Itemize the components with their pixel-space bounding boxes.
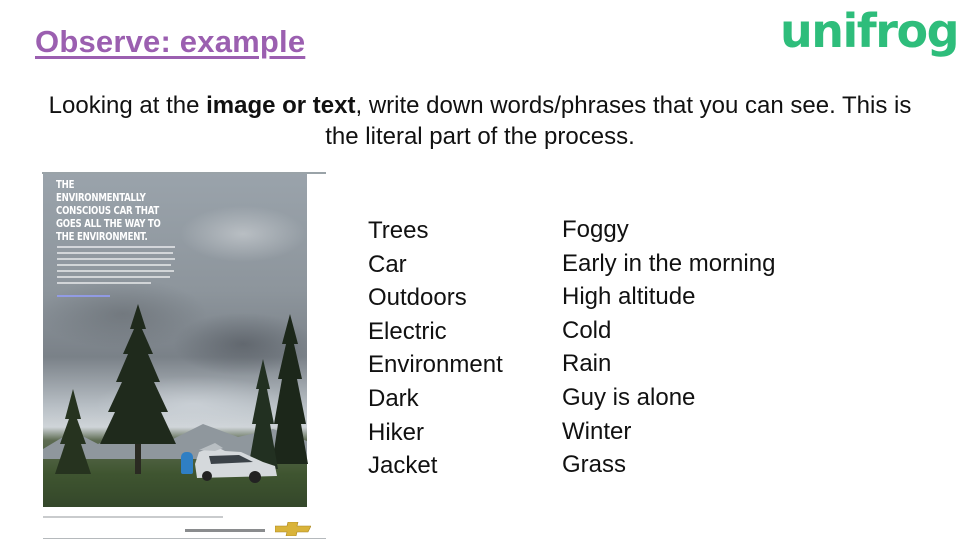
observation-item: Jacket (368, 452, 438, 480)
ad-photo: THE ENVIRONMENTALLY CONSCIOUS CAR THAT G… (43, 174, 308, 507)
observation-item: Guy is alone (562, 383, 696, 411)
ad-headline: THE ENVIRONMENTALLY CONSCIOUS CAR THAT G… (56, 178, 161, 243)
observations-column-1: Trees Car Outdoors Electric Environment … (368, 214, 503, 483)
observation-item: Rain (562, 350, 612, 378)
observation-item: Early in the morning (562, 249, 776, 277)
observation-item: Grass (562, 451, 627, 479)
observation-item: Hiker (368, 418, 425, 446)
hiker-figure (181, 452, 193, 474)
observation-item: Foggy (562, 216, 629, 243)
slide-title: Observe: example (35, 24, 306, 59)
ad-body-line (57, 258, 175, 260)
ad-body-line (57, 264, 172, 266)
ad-body-line (57, 252, 173, 254)
ad-body-link (57, 295, 111, 297)
observation-item: Trees (368, 217, 429, 244)
ad-bottom-border (43, 538, 326, 539)
observation-item: High altitude (562, 283, 696, 311)
observation-item: Outdoors (368, 284, 467, 312)
observation-item: Car (368, 250, 407, 278)
ad-body-line (57, 276, 171, 278)
car-graphic (195, 443, 277, 483)
observation-item: Cold (562, 316, 612, 344)
unifrog-logo: unifrog (780, 4, 960, 58)
observations-column-2: Foggy Early in the morning High altitude… (562, 213, 775, 482)
ad-footnote (43, 516, 223, 518)
tree-graphic (100, 304, 176, 474)
instruction-emphasis: image or text (206, 92, 356, 119)
advertisement-image: THE ENVIRONMENTALLY CONSCIOUS CAR THAT G… (40, 172, 326, 540)
chevrolet-bowtie-icon (275, 522, 311, 536)
ad-tagline (185, 529, 265, 532)
instruction-part-1: Looking at the (48, 92, 207, 119)
instruction-part-2: , write down words/phrases that you can … (325, 92, 912, 150)
observation-item: Environment (368, 351, 503, 379)
ad-body-line (57, 270, 174, 272)
tree-graphic (55, 389, 91, 474)
instruction-text: Looking at the image or text, write down… (40, 90, 920, 152)
ad-body-copy (57, 246, 175, 306)
observation-item: Winter (562, 417, 632, 445)
ad-body-line (57, 282, 152, 284)
ad-body-line (57, 246, 175, 248)
observation-item: Dark (368, 384, 419, 412)
observation-item: Electric (368, 317, 447, 345)
